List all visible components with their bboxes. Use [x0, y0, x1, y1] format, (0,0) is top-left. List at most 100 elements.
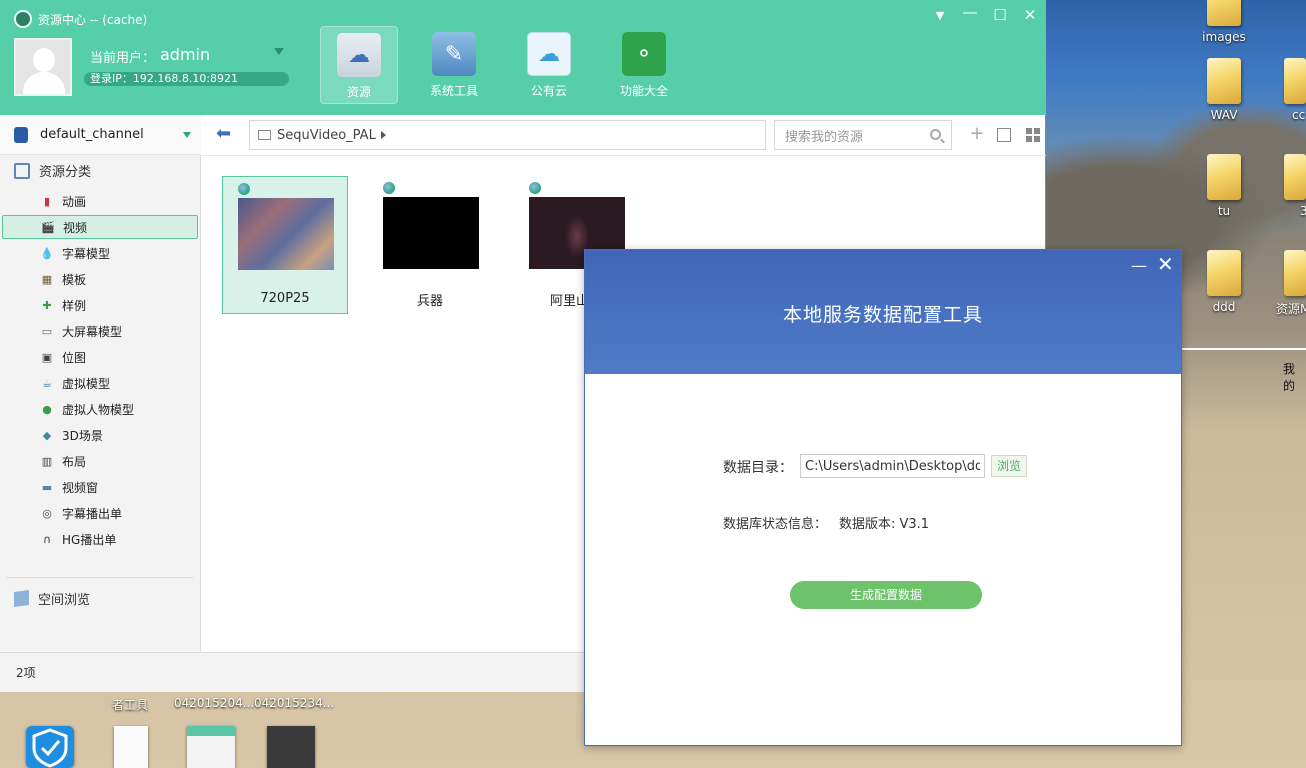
share-icon: ⚬ — [622, 32, 666, 76]
nav-label: 资源 — [346, 85, 371, 99]
desktop-icon-resource[interactable]: 资源M — [1262, 250, 1306, 317]
security-shield-icon[interactable] — [26, 726, 74, 768]
close-button[interactable]: ✕ — [1019, 6, 1041, 24]
nav-label: 公有云 — [530, 84, 567, 98]
nav-resources[interactable]: ☁ 资源 — [320, 26, 398, 104]
current-user-label: 当前用户： — [90, 51, 156, 66]
clapper-icon: 🎬 — [41, 220, 55, 234]
maximize-button[interactable]: ☐ — [989, 6, 1011, 24]
list-view-icon[interactable] — [997, 128, 1011, 142]
dialog-close-button[interactable]: ✕ — [1157, 252, 1174, 276]
sidebar-item[interactable]: ▭ 大屏幕模型 — [0, 319, 197, 343]
nav-all-functions[interactable]: ⚬ 功能大全 — [605, 26, 683, 104]
nav-public-cloud[interactable]: ☁ 公有云 — [510, 26, 588, 104]
path-breadcrumb[interactable]: SequVideo_PAL — [249, 120, 766, 150]
sidebar-item-label: 布局 — [62, 454, 87, 469]
screenshot-thumbnail[interactable] — [267, 726, 315, 768]
nav-system-tools[interactable]: ✎ 系统工具 — [415, 26, 493, 104]
video-thumbnail — [383, 197, 479, 269]
data-dir-input[interactable] — [800, 454, 985, 478]
folder-icon — [1207, 154, 1241, 200]
caption-playlist-icon: ◎ — [42, 506, 52, 520]
add-icon[interactable]: + — [969, 125, 985, 143]
grid-view-icon[interactable] — [1025, 128, 1041, 144]
headphones-icon: ∩ — [42, 532, 52, 546]
desktop-icon-images[interactable]: images — [1179, 0, 1269, 44]
desktop-icon-tu[interactable]: tu — [1179, 154, 1269, 218]
user-dropdown-icon[interactable] — [274, 48, 284, 55]
monitor-icon: ▭ — [41, 324, 53, 338]
desktop-item-label: 042015234... — [254, 696, 335, 710]
globe-icon — [238, 183, 250, 195]
droplet-icon: 💧 — [40, 246, 54, 260]
desktop-icon-label: 资源M — [1276, 302, 1306, 316]
sidebar-item[interactable]: ◎ 字幕播出单 — [0, 501, 197, 525]
sidebar-item-label: 字幕播出单 — [62, 506, 123, 521]
file-tile[interactable]: 720P25 — [222, 176, 348, 314]
sidebar-item-label: 位图 — [62, 350, 87, 365]
sidebar: default_channel 资源分类 ▮ 动画 🎬 视频 💧 字幕模型 ▦ 模板 ✚ 样例 ▭ 大… — [0, 115, 201, 652]
sidebar-item[interactable]: ✚ 样例 — [0, 293, 197, 317]
sidebar-item-label: 3D场景 — [62, 428, 103, 443]
space-browse-label: 空间浏览 — [38, 593, 91, 608]
sidebar-item-label: 虚拟模型 — [62, 376, 111, 391]
search-input[interactable]: 搜索我的资源 — [774, 120, 952, 150]
category-header[interactable]: 资源分类 — [14, 161, 91, 180]
dialog-minimize-button[interactable]: — — [1131, 256, 1147, 275]
menu-dropdown-icon[interactable]: ▼ — [929, 9, 951, 22]
sidebar-item-label: 虚拟人物模型 — [62, 402, 135, 417]
app-logo-icon — [14, 10, 32, 28]
desktop-icon-3[interactable]: 3 — [1262, 154, 1306, 218]
channel-name: default_channel — [40, 127, 144, 142]
sidebar-item[interactable]: ▣ 位图 — [0, 345, 197, 369]
window-header: 资源中心 -- (cache) ▼ — ☐ ✕ 当前用户： admin 登录IP… — [0, 0, 1046, 115]
globe-icon — [383, 182, 395, 194]
desktop-icon-label: images — [1202, 30, 1246, 44]
desktop-item-label: 者工具 — [112, 698, 149, 712]
sidebar-item-label: 字幕模型 — [62, 246, 111, 261]
item-count: 2项 — [16, 666, 36, 680]
sidebar-item[interactable]: ▦ 模板 — [0, 267, 197, 291]
teapot-icon: ☕ — [42, 376, 52, 390]
window-title-text: 资源中心 -- (cache) — [38, 12, 148, 27]
desktop-side-text: 我的 — [1283, 362, 1296, 393]
sidebar-item[interactable]: ∩ HG播出单 — [0, 527, 197, 551]
current-user-name: admin — [160, 45, 211, 64]
puzzle-icon: ✚ — [42, 298, 52, 312]
sidebar-item[interactable]: ▮ 动画 — [0, 189, 197, 213]
dialog-header: 本地服务数据配置工具 — ✕ — [585, 250, 1181, 374]
sidebar-item[interactable]: 🎬 视频 — [2, 215, 198, 239]
grid-icon — [14, 162, 30, 179]
nav-label: 系统工具 — [429, 84, 478, 98]
desktop-icon-cc[interactable]: cc — [1262, 58, 1306, 122]
space-browse[interactable]: 空间浏览 — [14, 589, 90, 608]
category-header-label: 资源分类 — [39, 165, 92, 180]
generate-config-button[interactable]: 生成配置数据 — [790, 581, 982, 609]
desktop-icon-ddd[interactable]: ddd — [1179, 250, 1269, 314]
search-icon[interactable] — [930, 129, 941, 140]
folder-icon — [1284, 250, 1306, 296]
minimize-button[interactable]: — — [959, 3, 981, 21]
file-tile[interactable]: 兵器 — [368, 176, 494, 314]
desktop-icon-wav[interactable]: WAV — [1179, 58, 1269, 122]
sidebar-item[interactable]: ▬ 视频窗 — [0, 475, 197, 499]
sidebar-item[interactable]: 💧 字幕模型 — [0, 241, 197, 265]
folder-icon — [1284, 154, 1306, 200]
channel-selector[interactable]: default_channel — [0, 115, 201, 155]
sidebar-item[interactable]: ▥ 布局 — [0, 449, 197, 473]
window-title: 资源中心 -- (cache) — [14, 10, 147, 28]
back-arrow-icon[interactable]: ⬅ — [216, 125, 238, 143]
video-window-icon: ▬ — [41, 480, 53, 494]
video-thumbnail — [238, 198, 334, 270]
folder-icon — [1207, 58, 1241, 104]
sidebar-item[interactable]: ● 虚拟人物模型 — [0, 397, 197, 421]
folder-icon — [1207, 250, 1241, 296]
desktop-icon-label: tu — [1217, 204, 1231, 218]
document-thumbnail[interactable] — [114, 726, 148, 768]
sidebar-item[interactable]: ☕ 虚拟模型 — [0, 371, 197, 395]
screenshot-thumbnail[interactable] — [187, 726, 235, 768]
nav-label: 功能大全 — [619, 84, 668, 98]
browse-button[interactable]: 浏览 — [991, 455, 1027, 477]
template-icon: ▦ — [41, 272, 53, 286]
sidebar-item[interactable]: ◆ 3D场景 — [0, 423, 197, 447]
